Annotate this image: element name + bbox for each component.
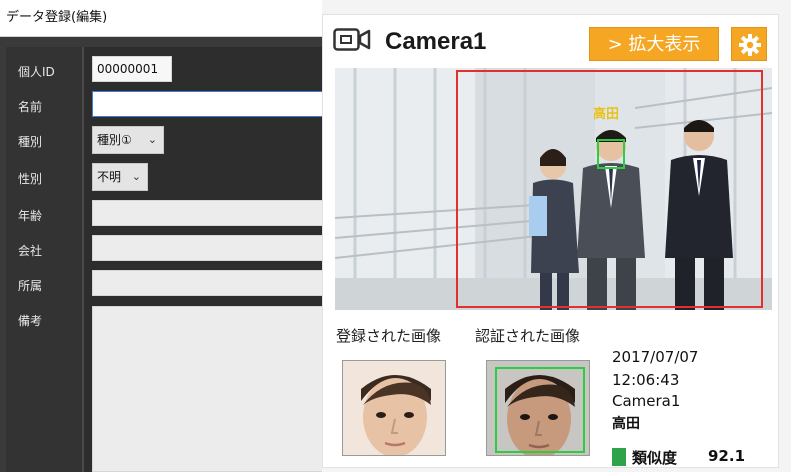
row-age: 年齢	[6, 200, 322, 230]
gear-icon	[739, 34, 761, 56]
row-name: 名前	[6, 91, 322, 121]
row-type: 種別 種別① ⌄	[6, 126, 322, 156]
notes-textarea[interactable]	[92, 306, 322, 472]
detected-name-label: 高田	[593, 107, 620, 122]
authenticated-face-image	[486, 360, 590, 456]
type-select-value: 種別①	[97, 133, 132, 147]
name-label: 名前	[18, 100, 43, 114]
event-camera: Camera1	[612, 392, 681, 410]
settings-button[interactable]	[731, 27, 767, 61]
form-body: 個人ID 00000001 名前 種別 種別① ⌄ 性別 不明 ⌄ 年齢 会社 …	[6, 47, 322, 472]
chevron-down-icon: ⌄	[131, 170, 141, 183]
row-id: 個人ID 00000001	[6, 56, 322, 86]
form-title: データ登録(編集)	[0, 0, 322, 37]
video-camera-icon	[333, 28, 371, 51]
company-field[interactable]	[92, 235, 322, 261]
gender-label: 性別	[18, 172, 43, 186]
registered-image-label: 登録された画像	[336, 327, 442, 345]
similarity-value: 92.1	[708, 447, 746, 465]
department-field[interactable]	[92, 270, 322, 296]
type-label: 種別	[18, 135, 43, 149]
notes-label: 備考	[18, 314, 43, 328]
authenticated-image-label: 認証された画像	[475, 327, 581, 345]
company-label: 会社	[18, 244, 43, 258]
id-field[interactable]: 00000001	[92, 56, 172, 82]
expand-view-button[interactable]: > 拡大表示	[589, 27, 719, 61]
gender-select[interactable]: 不明 ⌄	[92, 163, 148, 191]
row-department: 所属	[6, 270, 322, 300]
age-label: 年齢	[18, 209, 43, 223]
name-field[interactable]	[92, 91, 322, 117]
department-label: 所属	[18, 279, 43, 293]
camera-feed: 高田	[335, 68, 772, 310]
event-date: 2017/07/07	[612, 348, 699, 366]
event-time: 12:06:43	[612, 371, 680, 389]
age-field[interactable]	[92, 200, 322, 226]
camera-panel: Camera1 > 拡大表示 高田 登録された画像 認証された画像 2017/0…	[322, 0, 791, 472]
camera-title: Camera1	[385, 28, 487, 55]
gender-select-value: 不明	[97, 170, 122, 184]
registered-face-image	[342, 360, 446, 456]
row-company: 会社	[6, 235, 322, 265]
id-label: 個人ID	[18, 65, 55, 79]
data-registration-form: データ登録(編集) 個人ID 00000001 名前 種別 種別① ⌄ 性別 不…	[0, 0, 322, 472]
face-match-box	[495, 367, 585, 453]
chevron-down-icon: ⌄	[147, 133, 157, 146]
row-gender: 性別 不明 ⌄	[6, 163, 322, 193]
type-select[interactable]: 種別① ⌄	[92, 126, 164, 154]
event-person-name: 高田	[612, 416, 640, 432]
face-detection-box	[597, 139, 625, 169]
camera-card: Camera1 > 拡大表示 高田 登録された画像 認証された画像 2017/0…	[322, 14, 779, 468]
match-status-indicator	[612, 448, 626, 466]
similarity-label: 類似度	[632, 449, 678, 467]
registered-face-photo	[343, 361, 445, 455]
